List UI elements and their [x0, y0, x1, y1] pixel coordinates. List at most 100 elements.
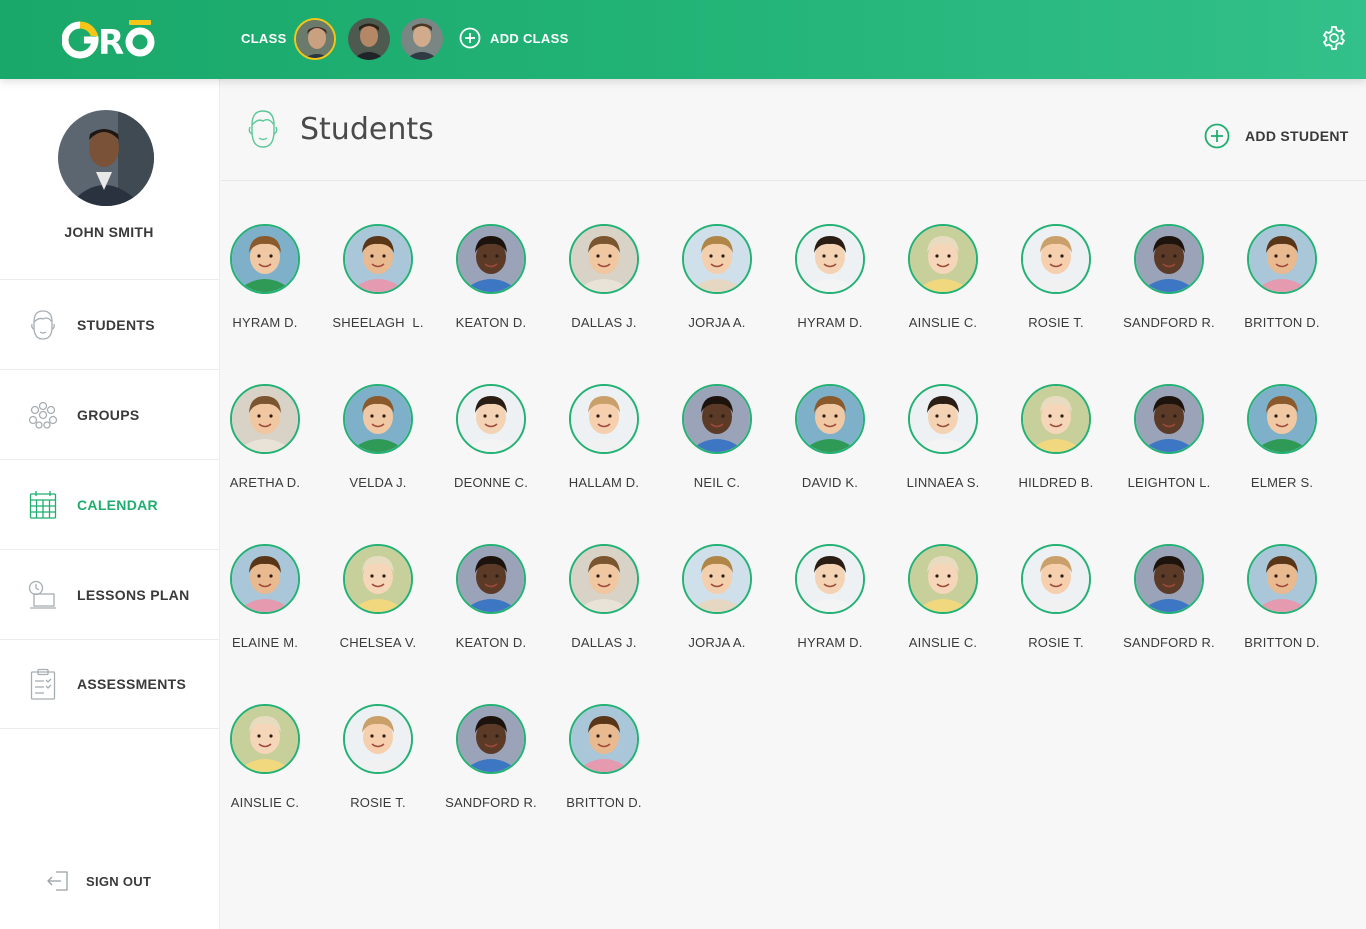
student-card[interactable]: SANDFORD R.: [1114, 544, 1224, 650]
student-avatar[interactable]: [343, 544, 413, 614]
student-avatar[interactable]: [569, 704, 639, 774]
student-card[interactable]: HYRAM D.: [775, 224, 885, 330]
student-card[interactable]: VELDA J.: [323, 384, 433, 490]
child-photo-icon: [1249, 546, 1315, 612]
student-card[interactable]: ROSIE T.: [1001, 224, 1111, 330]
student-card[interactable]: AINSLIE C.: [888, 544, 998, 650]
add-student-button[interactable]: ADD STUDENT: [1204, 123, 1349, 149]
student-avatar[interactable]: [456, 544, 526, 614]
student-card[interactable]: AINSLIE C.: [888, 224, 998, 330]
student-card[interactable]: BRITTON D.: [1227, 544, 1337, 650]
sidebar-item-groups[interactable]: GROUPS: [0, 369, 220, 459]
student-avatar[interactable]: [795, 544, 865, 614]
student-card[interactable]: SANDFORD R.: [1114, 224, 1224, 330]
child-photo-icon: [232, 386, 298, 452]
student-avatar[interactable]: [456, 384, 526, 454]
student-avatar[interactable]: [230, 224, 300, 294]
student-avatar[interactable]: [1247, 544, 1317, 614]
student-avatar[interactable]: [230, 384, 300, 454]
student-card[interactable]: ROSIE T.: [1001, 544, 1111, 650]
student-avatar[interactable]: [343, 224, 413, 294]
child-photo-icon: [458, 226, 524, 292]
student-avatar[interactable]: [908, 384, 978, 454]
app-logo[interactable]: R: [62, 18, 182, 60]
student-name: BRITTON D.: [1244, 315, 1320, 330]
student-avatar[interactable]: [456, 704, 526, 774]
student-avatar[interactable]: [1021, 544, 1091, 614]
student-avatar[interactable]: [230, 544, 300, 614]
student-card[interactable]: DAVID K.: [775, 384, 885, 490]
student-avatar[interactable]: [1134, 384, 1204, 454]
student-card[interactable]: DEONNE C.: [436, 384, 546, 490]
student-name: HYRAM D.: [797, 635, 863, 650]
student-card[interactable]: DALLAS J.: [549, 224, 659, 330]
student-avatar[interactable]: [908, 224, 978, 294]
student-card[interactable]: BRITTON D.: [549, 704, 659, 810]
settings-button[interactable]: [1321, 25, 1347, 51]
student-avatar[interactable]: [1134, 544, 1204, 614]
student-avatar[interactable]: [1247, 224, 1317, 294]
student-name: HILDRED B.: [1018, 475, 1094, 490]
class-avatar-3[interactable]: [401, 18, 443, 60]
student-avatar[interactable]: [569, 544, 639, 614]
student-card[interactable]: ELMER S.: [1227, 384, 1337, 490]
student-avatar[interactable]: [795, 224, 865, 294]
student-avatar[interactable]: [1021, 224, 1091, 294]
student-avatar[interactable]: [1134, 224, 1204, 294]
sign-out-button[interactable]: SIGN OUT: [46, 869, 151, 893]
student-card[interactable]: ROSIE T.: [323, 704, 433, 810]
student-avatar[interactable]: [682, 384, 752, 454]
student-card[interactable]: ARETHA D.: [210, 384, 320, 490]
student-card[interactable]: HYRAM D.: [210, 224, 320, 330]
student-avatar[interactable]: [1021, 384, 1091, 454]
student-card[interactable]: CHELSEA V.: [323, 544, 433, 650]
student-card[interactable]: HALLAM D.: [549, 384, 659, 490]
student-card[interactable]: ELAINE M.: [210, 544, 320, 650]
student-name: SANDFORD R.: [1123, 635, 1215, 650]
student-card[interactable]: KEATON D.: [436, 224, 546, 330]
student-avatar[interactable]: [456, 224, 526, 294]
class-avatar-1[interactable]: [294, 18, 336, 60]
student-name: DALLAS J.: [571, 315, 637, 330]
student-avatar[interactable]: [569, 224, 639, 294]
student-card[interactable]: BRITTON D.: [1227, 224, 1337, 330]
student-card[interactable]: AINSLIE C.: [210, 704, 320, 810]
student-card[interactable]: LINNAEA S.: [888, 384, 998, 490]
child-photo-icon: [232, 546, 298, 612]
sidebar-item-students[interactable]: STUDENTS: [0, 279, 220, 369]
student-card[interactable]: SHEELAGH L.: [323, 224, 433, 330]
student-avatar[interactable]: [569, 384, 639, 454]
sidebar-item-lessons-plan[interactable]: LESSONS PLAN: [0, 549, 220, 639]
add-class-button[interactable]: ADD CLASS: [459, 27, 569, 49]
user-avatar[interactable]: [58, 110, 154, 206]
sidebar-item-calendar[interactable]: CALENDAR: [0, 459, 220, 549]
student-avatar[interactable]: [230, 704, 300, 774]
student-avatar[interactable]: [682, 224, 752, 294]
student-card[interactable]: NEIL C.: [662, 384, 772, 490]
student-card[interactable]: SANDFORD R.: [436, 704, 546, 810]
student-avatar[interactable]: [795, 384, 865, 454]
child-photo-icon: [345, 226, 411, 292]
student-avatar[interactable]: [343, 704, 413, 774]
class-avatar-2[interactable]: [348, 18, 390, 60]
child-photo-icon: [910, 386, 976, 452]
student-card[interactable]: JORJA A.: [662, 544, 772, 650]
sidebar-nav: STUDENTS GROUPS CALENDAR LESSONS PLAN AS…: [0, 279, 220, 729]
student-card[interactable]: LEIGHTON L.: [1114, 384, 1224, 490]
student-avatar[interactable]: [682, 544, 752, 614]
student-avatar[interactable]: [1247, 384, 1317, 454]
sidebar-item-assessments[interactable]: ASSESSMENTS: [0, 639, 220, 729]
student-card[interactable]: KEATON D.: [436, 544, 546, 650]
student-avatar[interactable]: [908, 544, 978, 614]
child-photo-icon: [910, 546, 976, 612]
student-name: ELAINE M.: [231, 635, 299, 650]
child-photo-icon: [797, 546, 863, 612]
student-card[interactable]: JORJA A.: [662, 224, 772, 330]
student-avatar[interactable]: [343, 384, 413, 454]
teacher-avatar-icon: [348, 18, 390, 60]
student-card[interactable]: HYRAM D.: [775, 544, 885, 650]
student-card[interactable]: HILDRED B.: [1001, 384, 1111, 490]
student-card[interactable]: DALLAS J.: [549, 544, 659, 650]
page-title: Students: [300, 112, 434, 147]
child-photo-icon: [1249, 386, 1315, 452]
